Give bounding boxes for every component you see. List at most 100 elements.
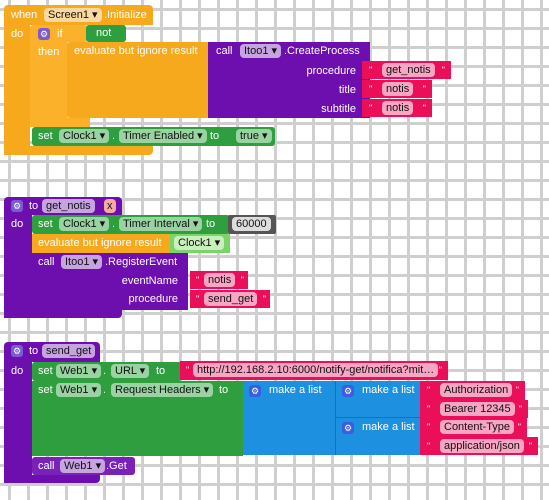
- screen1-dropdown[interactable]: Screen1 ▾: [44, 8, 102, 22]
- gear-icon[interactable]: ⚙: [342, 385, 354, 397]
- do-label: do: [11, 365, 24, 377]
- number-value[interactable]: 60000: [232, 217, 271, 231]
- text-value[interactable]: http://192.168.2.10:6000/notify-get/noti…: [193, 363, 439, 377]
- text-block[interactable]: " application/json ": [420, 437, 538, 455]
- text-block[interactable]: " notis ": [362, 80, 432, 98]
- text-value[interactable]: notis: [382, 82, 414, 96]
- text-block[interactable]: " notis ": [190, 271, 248, 289]
- evaluate-ignore-block[interactable]: evaluate but ignore result: [32, 234, 172, 253]
- close-icon[interactable]: x: [104, 199, 116, 213]
- property-name: Request Headers: [115, 384, 201, 396]
- set-web-url[interactable]: set Web1 ▾ . URL ▾ to: [32, 362, 182, 381]
- property-dropdown[interactable]: Timer Enabled ▾: [119, 129, 207, 143]
- title-label: title: [338, 84, 356, 96]
- component-name: Clock1: [63, 130, 97, 142]
- text-block[interactable]: " get_notis ": [362, 61, 451, 79]
- text-block[interactable]: " notis ": [362, 99, 432, 117]
- set-clock-timer-enabled[interactable]: set Clock1 ▾ . Timer Enabled ▾ to true ▾: [32, 127, 275, 146]
- evaluate-label: evaluate but ignore result: [38, 237, 162, 249]
- web-get-call-block[interactable]: call Web1 ▾ .Get: [32, 457, 135, 475]
- number-block[interactable]: 60000: [228, 215, 276, 234]
- gear-icon[interactable]: ⚙: [11, 200, 23, 212]
- text-block[interactable]: " Authorization ": [420, 381, 525, 400]
- dot: .: [103, 365, 107, 377]
- clock1-dropdown[interactable]: Clock1 ▾: [59, 217, 110, 231]
- then-label: then: [38, 46, 60, 58]
- dot: .: [112, 130, 116, 142]
- make-a-list-block[interactable]: ⚙ make a list: [335, 381, 421, 418]
- subtitle-label: subtitle: [321, 103, 356, 115]
- itoo-registerevent-block[interactable]: call Itoo1 ▾ .RegisterEvent eventName pr…: [32, 253, 188, 310]
- web1-dropdown[interactable]: Web1 ▾: [56, 383, 102, 397]
- method-label: .RegisterEvent: [105, 256, 178, 268]
- text-value[interactable]: Authorization: [440, 383, 513, 397]
- method-label: .Get: [106, 460, 127, 472]
- component-name: Screen1: [48, 9, 89, 21]
- text-value[interactable]: get_notis: [382, 63, 435, 77]
- property-dropdown[interactable]: Request Headers ▾: [111, 383, 214, 397]
- dot: .: [103, 384, 107, 396]
- do-label: do: [11, 218, 24, 230]
- text-block[interactable]: " Content-Type ": [420, 418, 527, 437]
- gear-icon[interactable]: ⚙: [38, 28, 50, 40]
- set-label: set: [38, 365, 53, 377]
- set-web-request-headers[interactable]: set Web1 ▾ . Request Headers ▾ to: [32, 381, 243, 456]
- text-block[interactable]: " Bearer 12345 ": [420, 400, 528, 418]
- text-block[interactable]: " send_get ": [190, 290, 270, 308]
- eventname-label: eventName: [121, 275, 178, 287]
- dot: .: [112, 218, 116, 230]
- itoo1-dropdown[interactable]: Itoo1 ▾: [61, 255, 103, 269]
- gear-icon[interactable]: ⚙: [11, 345, 23, 357]
- gear-icon[interactable]: ⚙: [342, 422, 354, 434]
- make-a-list-block[interactable]: ⚙ make a list: [335, 418, 421, 455]
- to-label: to: [210, 130, 220, 142]
- web1-dropdown[interactable]: Web1 ▾: [60, 459, 106, 473]
- property-name: Timer Enabled: [123, 130, 195, 142]
- text-value[interactable]: Content-Type: [440, 420, 515, 434]
- call-label: call: [38, 460, 55, 472]
- text-value[interactable]: notis: [382, 101, 414, 115]
- property-dropdown[interactable]: Timer Interval ▾: [119, 217, 203, 231]
- to-label: to: [219, 384, 229, 396]
- make-list-label: make a list: [362, 421, 415, 433]
- text-value[interactable]: notis: [204, 273, 236, 287]
- url-text-block[interactable]: " http://192.168.2.10:6000/notify-get/not…: [180, 361, 448, 380]
- text-value[interactable]: send_get: [204, 292, 258, 306]
- make-list-label: make a list: [362, 384, 415, 396]
- set-label: set: [38, 130, 53, 142]
- make-a-list-block[interactable]: ⚙ make a list: [243, 381, 335, 455]
- clock1-dropdown[interactable]: Clock1 ▾: [59, 129, 110, 143]
- procedure-name-field[interactable]: send_get: [42, 344, 96, 358]
- property-dropdown[interactable]: URL ▾: [111, 364, 150, 378]
- set-clock-timer-interval[interactable]: set Clock1 ▾ . Timer Interval ▾ to: [32, 215, 230, 234]
- evaluate-label: evaluate but ignore result: [74, 45, 198, 57]
- to-label: to: [29, 200, 39, 212]
- to-label: to: [156, 365, 166, 377]
- not-block[interactable]: not: [96, 26, 111, 40]
- make-list-label: make a list: [269, 384, 322, 396]
- call-label: call: [216, 45, 233, 57]
- component-name: Itoo1: [244, 45, 269, 57]
- when-label: when: [11, 9, 38, 21]
- procedure-name-field[interactable]: get_notis: [42, 199, 95, 213]
- component-name: Clock1: [178, 237, 212, 249]
- text-value[interactable]: Bearer 12345: [440, 402, 515, 416]
- true-dropdown[interactable]: true ▾: [236, 129, 272, 143]
- property-name: URL: [115, 365, 137, 377]
- boolean-value: true: [240, 130, 259, 142]
- gear-icon[interactable]: ⚙: [249, 385, 261, 397]
- event-label: .Initialize: [104, 9, 147, 21]
- set-label: set: [38, 384, 53, 396]
- component-name: Clock1: [63, 218, 97, 230]
- method-label: .CreateProcess: [284, 45, 360, 57]
- evaluate-ignore-block[interactable]: evaluate but ignore result: [67, 42, 210, 118]
- property-name: Timer Interval: [123, 218, 190, 230]
- do-label: do: [11, 28, 24, 40]
- itoo1-dropdown[interactable]: Itoo1 ▾: [240, 44, 282, 58]
- procedure-label: procedure: [306, 65, 356, 77]
- web1-dropdown[interactable]: Web1 ▾: [56, 364, 102, 378]
- itoo-createprocess-block[interactable]: call Itoo1 ▾ .CreateProcess procedure ti…: [208, 42, 370, 118]
- to-label: to: [206, 218, 216, 230]
- text-value[interactable]: application/json: [440, 439, 524, 453]
- clock1-component-block[interactable]: Clock1 ▾: [170, 234, 230, 253]
